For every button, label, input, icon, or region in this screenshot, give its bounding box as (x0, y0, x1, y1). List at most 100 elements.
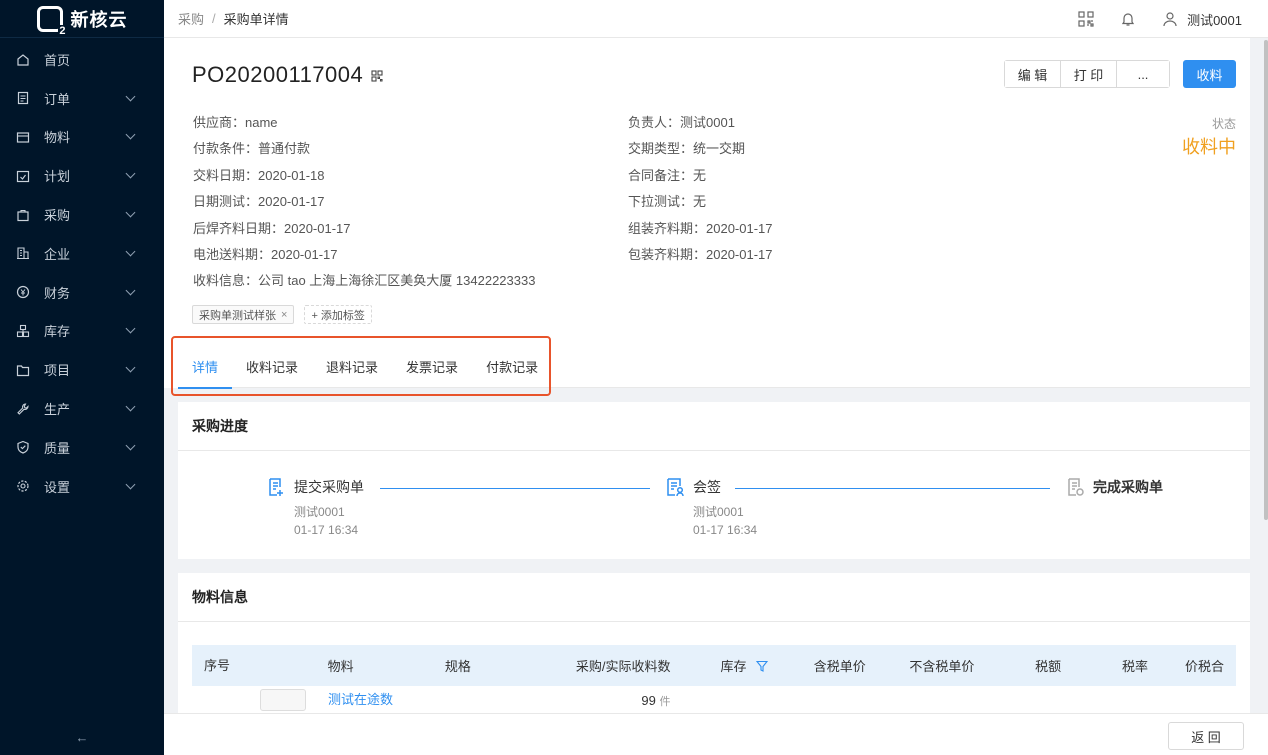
field-label: 日期测试： (193, 194, 259, 210)
page-scrollbar[interactable] (1264, 40, 1268, 520)
sidebar-item-label: 项目 (44, 363, 71, 379)
material-link[interactable]: 测试在途数 (328, 692, 393, 707)
materials-title: 物料信息 (178, 573, 1250, 622)
info-field: 后焊齐料日期：2020-01-17 (193, 220, 535, 246)
purchase-icon (16, 208, 30, 222)
field-value: 普通付款 (258, 141, 311, 157)
sidebar-item[interactable]: 首页 (0, 40, 164, 79)
sidebar-item[interactable]: 企业 (0, 234, 164, 273)
info-field: 组装齐料期：2020-01-17 (628, 220, 773, 246)
add-tag-button[interactable]: + 添加标签 (304, 305, 372, 324)
finance-icon (16, 285, 30, 299)
enterprise-icon (16, 246, 30, 260)
field-value: 2020-01-17 (284, 220, 351, 236)
topbar: 采购 / 采购单详情 测试0001 (164, 0, 1268, 38)
field-label: 下拉测试： (628, 194, 694, 210)
status-badge: 收料中 (1182, 137, 1236, 157)
sidebar-item[interactable]: 物料 (0, 118, 164, 157)
status-label: 状态 (1211, 117, 1236, 131)
column-header-inventory: 库存 (682, 645, 781, 686)
more-button[interactable]: ... (1117, 61, 1169, 87)
sidebar-item[interactable]: 订单 (0, 79, 164, 118)
breadcrumb-current: 采购单详情 (223, 12, 289, 27)
chevron-down-icon (125, 246, 136, 257)
table-header-row: 序号 物料 规格 采购/实际收料数 库存 含税单价 不含税单价 税额 税率 价税… (192, 645, 1236, 686)
sidebar-item[interactable]: 项目 (0, 350, 164, 389)
field-value: 2020-01-17 (706, 220, 773, 236)
materials-table: 序号 物料 规格 采购/实际收料数 库存 含税单价 不含税单价 税额 税率 价税… (192, 645, 1236, 713)
step-user: 测试0001 (294, 505, 345, 519)
chevron-down-icon (125, 362, 136, 373)
field-label: 后焊齐料日期： (193, 220, 285, 236)
sidebar-item[interactable]: 生产 (0, 389, 164, 428)
field-label: 负责人： (628, 115, 681, 130)
app-logo[interactable]: 新核云 (0, 0, 164, 38)
edit-button[interactable]: 编 辑 (1005, 61, 1061, 87)
logo-icon (36, 5, 67, 37)
step-submit: 提交采购单 测试0001 01-17 16:34 (266, 477, 364, 539)
sidebar-item-label: 企业 (44, 246, 71, 262)
file-check-icon (1065, 477, 1085, 497)
column-header: 税率 (1073, 645, 1160, 686)
chevron-down-icon (125, 130, 136, 140)
sidebar-item[interactable]: 财务 (0, 273, 164, 312)
progress-steps: 提交采购单 测试0001 01-17 16:34 会签 测试0001 01-17… (178, 451, 1250, 559)
field-value: 2020-01-18 (258, 167, 325, 183)
sidebar-item[interactable]: 质量 (0, 428, 164, 467)
progress-card: 采购进度 提交采购单 测试0001 01-17 16:34 会签 测试0001 … (178, 402, 1250, 559)
sidebar-item-label: 首页 (44, 52, 71, 68)
info-field: 下拉测试：无 (628, 193, 773, 219)
close-icon[interactable]: × (281, 309, 287, 321)
tag-item[interactable]: 采购单测试样张 × (192, 305, 295, 324)
field-value: 2020-01-17 (706, 246, 773, 262)
info-field: 合同备注：无 (628, 167, 773, 193)
field-label: 组装齐料期： (628, 220, 707, 236)
po-number: PO20200117004 (192, 62, 364, 87)
sidebar-item[interactable]: 计划 (0, 156, 164, 195)
cell-material: 测试在途数 (248, 686, 432, 713)
print-button[interactable]: 打 印 (1061, 61, 1117, 87)
sidebar-item[interactable]: 库存 (0, 312, 164, 351)
material-thumbnail (260, 688, 307, 711)
production-icon (16, 402, 30, 416)
receive-button[interactable]: 收料 (1183, 60, 1236, 88)
sidebar-item[interactable]: 采购 (0, 195, 164, 234)
field-label: 交期类型： (628, 141, 694, 157)
field-value: 公司 tao 上海上海徐汇区美奂大厦 13422223333 (258, 273, 536, 289)
qrcode-icon[interactable] (1077, 10, 1095, 28)
filter-icon[interactable] (756, 660, 769, 675)
info-field: 付款条件：普通付款 (193, 140, 535, 166)
info-field: 供应商：name (193, 114, 535, 140)
back-button[interactable]: 返 回 (1168, 722, 1244, 750)
order-header-card: PO20200117004 编 辑 打 印 ... 收料 供应商：name 付款条… (164, 38, 1250, 396)
tag-label: 采购单测试样张 (199, 309, 276, 322)
collapse-sidebar-button[interactable]: ← (0, 730, 164, 745)
step-time: 01-17 16:34 (294, 523, 359, 537)
plan-icon (16, 169, 30, 183)
breadcrumb-parent[interactable]: 采购 (178, 9, 204, 28)
step-connector (735, 488, 1050, 489)
column-header-label: 库存 (720, 658, 747, 674)
info-field: 交期类型：统一交期 (628, 140, 773, 166)
inventory-icon (16, 324, 30, 338)
sidebar-nav: 首页订单 物料 计划采购企业财务 库存项目生产 质量 设置 (0, 38, 164, 506)
step-label: 会签 (693, 479, 721, 495)
qrcode-icon[interactable] (371, 62, 383, 88)
page-title: PO20200117004 (192, 62, 383, 88)
info-field: 电池送料期：2020-01-17 (193, 246, 535, 272)
bell-icon[interactable] (1119, 10, 1137, 28)
table-row[interactable]: 测试在途数 99 件 (192, 686, 1236, 713)
step-user: 测试0001 (693, 505, 744, 519)
user-icon[interactable] (1161, 10, 1179, 28)
action-button-group: 编 辑 打 印 ... (1004, 60, 1170, 88)
user-name[interactable]: 测试0001 (1187, 10, 1242, 29)
field-value: 测试0001 (680, 115, 735, 130)
field-label: 合同备注： (628, 167, 694, 183)
sidebar: 新核云 首页订单物料计划采购企业财务库存项目生产质量设置 ← (0, 0, 164, 755)
field-value: 无 (693, 167, 707, 183)
info-field: 收料信息：公司 tao 上海上海徐汇区美奂大厦 13422223333 (193, 272, 535, 298)
field-value: 2020-01-17 (271, 246, 338, 262)
sidebar-item-label: 采购 (44, 208, 71, 224)
sidebar-item[interactable]: 设置 (0, 467, 164, 506)
column-header: 规格 (432, 645, 542, 686)
